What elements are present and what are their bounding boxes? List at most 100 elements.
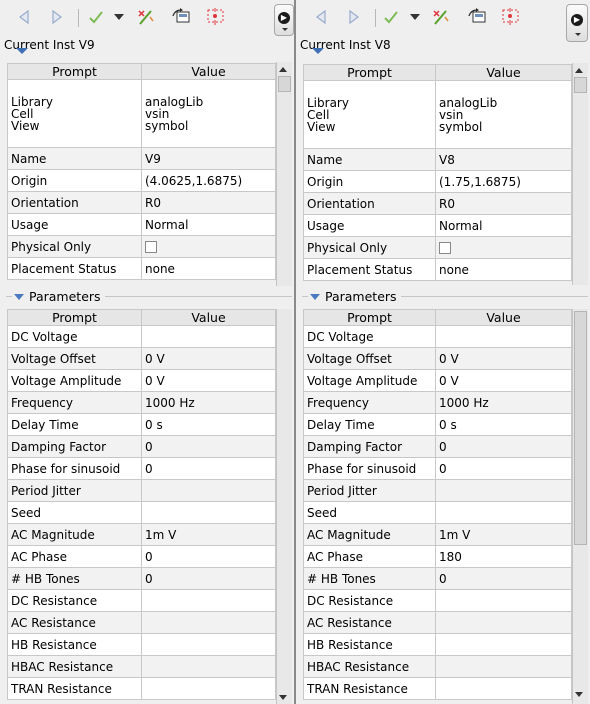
table-row[interactable]: DC Resistance — [7, 589, 276, 612]
table-row[interactable]: # HB Tones 0 — [303, 567, 572, 590]
table-row[interactable]: Usage Normal — [7, 213, 276, 236]
table-row[interactable]: Phase for sinusoid 0 — [7, 457, 276, 480]
value-cell[interactable]: V9 — [141, 147, 276, 170]
table-row[interactable]: HBAC Resistance — [7, 655, 276, 678]
table-row[interactable]: DC Resistance — [303, 589, 572, 612]
scroll-down-icon[interactable] — [279, 695, 287, 700]
library-value[interactable]: analogLib — [145, 96, 275, 108]
select-area-icon[interactable] — [500, 6, 522, 28]
table-row[interactable]: Voltage Amplitude 0 V — [303, 369, 572, 392]
table-row[interactable]: Frequency 1000 Hz — [303, 391, 572, 414]
table-row[interactable]: Physical Only — [303, 236, 572, 259]
value-cell[interactable]: 0 s — [141, 413, 276, 436]
table-row[interactable]: DC Voltage — [7, 325, 276, 348]
value-cell[interactable]: 1000 Hz — [435, 391, 572, 414]
value-cell[interactable]: 1000 Hz — [141, 391, 276, 414]
scroll-thumb[interactable] — [574, 77, 587, 93]
table-row[interactable]: HBAC Resistance — [303, 655, 572, 678]
table-row[interactable]: AC Phase 0 — [7, 545, 276, 568]
table-row[interactable]: DC Voltage — [303, 325, 572, 348]
edit-wand-icon[interactable] — [430, 6, 452, 28]
table-row[interactable]: Placement Status none — [303, 258, 572, 281]
scroll-up-icon[interactable] — [279, 67, 287, 72]
table-row[interactable]: AC Resistance — [7, 611, 276, 634]
table-row[interactable]: Frequency 1000 Hz — [7, 391, 276, 414]
expand-triangle-icon[interactable] — [310, 294, 320, 300]
table-row[interactable]: AC Resistance — [303, 611, 572, 634]
copy-properties-icon[interactable] — [170, 6, 192, 28]
table-row[interactable]: HB Resistance — [303, 633, 572, 656]
value-cell[interactable]: 0 — [141, 457, 276, 480]
forward-arrow-icon[interactable] — [46, 6, 68, 28]
parameters-header[interactable]: Parameters — [12, 289, 105, 304]
table-row[interactable]: Library Cell View analogLib vsin symbol — [303, 80, 572, 149]
table-row[interactable]: Orientation R0 — [7, 191, 276, 214]
table-row[interactable]: Period Jitter — [303, 479, 572, 502]
table-row[interactable]: Origin (4.0625,1.6875) — [7, 169, 276, 192]
value-cell[interactable] — [435, 633, 572, 656]
value-cell[interactable] — [435, 236, 572, 259]
scrollbar[interactable] — [572, 63, 588, 285]
table-row[interactable]: TRAN Resistance — [7, 677, 276, 700]
table-row[interactable]: Delay Time 0 s — [7, 413, 276, 436]
value-cell[interactable] — [141, 325, 276, 348]
dropdown-arrow-icon[interactable] — [112, 6, 126, 28]
scroll-thumb[interactable] — [574, 311, 587, 545]
table-row[interactable]: HB Resistance — [7, 633, 276, 656]
copy-properties-icon[interactable] — [466, 6, 488, 28]
table-row[interactable]: Origin (1.75,1.6875) — [303, 170, 572, 193]
value-cell[interactable]: none — [141, 257, 276, 280]
more-options-button[interactable]: ▶ — [274, 4, 294, 36]
table-row[interactable]: Seed — [303, 501, 572, 524]
value-cell[interactable]: 0 — [141, 567, 276, 590]
value-cell[interactable]: 0 — [435, 567, 572, 590]
value-cell[interactable]: V8 — [435, 148, 572, 171]
table-row[interactable]: AC Phase 180 — [303, 545, 572, 568]
value-cell[interactable] — [435, 677, 572, 700]
cell-value[interactable]: vsin — [439, 109, 571, 121]
library-value[interactable]: analogLib — [439, 97, 571, 109]
value-cell[interactable]: 0 s — [435, 413, 572, 436]
value-cell[interactable]: 0 — [141, 435, 276, 458]
collapse-triangle-icon[interactable] — [16, 48, 28, 54]
table-row[interactable]: Seed — [7, 501, 276, 524]
table-row[interactable]: AC Magnitude 1m V — [303, 523, 572, 546]
value-cell[interactable] — [435, 655, 572, 678]
value-cell[interactable]: Normal — [141, 213, 276, 236]
table-row[interactable]: Damping Factor 0 — [303, 435, 572, 458]
select-area-icon[interactable] — [205, 6, 227, 28]
table-row[interactable]: AC Magnitude 1m V — [7, 523, 276, 546]
value-cell[interactable]: 1m V — [435, 523, 572, 546]
value-cell[interactable] — [141, 589, 276, 612]
value-cell[interactable] — [435, 479, 572, 502]
table-row[interactable]: Library Cell View analogLib vsin symbol — [7, 79, 276, 148]
value-cell[interactable] — [141, 633, 276, 656]
table-row[interactable]: Damping Factor 0 — [7, 435, 276, 458]
physical-only-checkbox[interactable] — [145, 241, 157, 253]
back-arrow-icon[interactable] — [310, 6, 332, 28]
value-cell[interactable]: R0 — [435, 192, 572, 215]
value-cell[interactable] — [435, 589, 572, 612]
table-row[interactable]: Voltage Offset 0 V — [303, 347, 572, 370]
value-cell[interactable] — [435, 325, 572, 348]
collapse-triangle-icon[interactable] — [312, 48, 324, 54]
table-row[interactable]: # HB Tones 0 — [7, 567, 276, 590]
value-cell[interactable] — [141, 677, 276, 700]
scrollbar[interactable] — [276, 309, 292, 704]
parameters-header[interactable]: Parameters — [308, 289, 401, 304]
value-cell[interactable] — [435, 611, 572, 634]
value-cell[interactable]: 0 V — [435, 347, 572, 370]
table-row[interactable]: Voltage Amplitude 0 V — [7, 369, 276, 392]
value-cell[interactable] — [141, 655, 276, 678]
checkmark-icon[interactable] — [380, 6, 402, 28]
edit-wand-icon[interactable] — [135, 6, 157, 28]
table-row[interactable]: Placement Status none — [7, 257, 276, 280]
value-cell[interactable] — [141, 611, 276, 634]
value-cell[interactable]: (1.75,1.6875) — [435, 170, 572, 193]
value-cell[interactable]: 0 V — [435, 369, 572, 392]
table-row[interactable]: Orientation R0 — [303, 192, 572, 215]
table-row[interactable]: Delay Time 0 s — [303, 413, 572, 436]
checkmark-icon[interactable] — [85, 6, 107, 28]
back-arrow-icon[interactable] — [13, 6, 35, 28]
table-row[interactable]: TRAN Resistance — [303, 677, 572, 700]
